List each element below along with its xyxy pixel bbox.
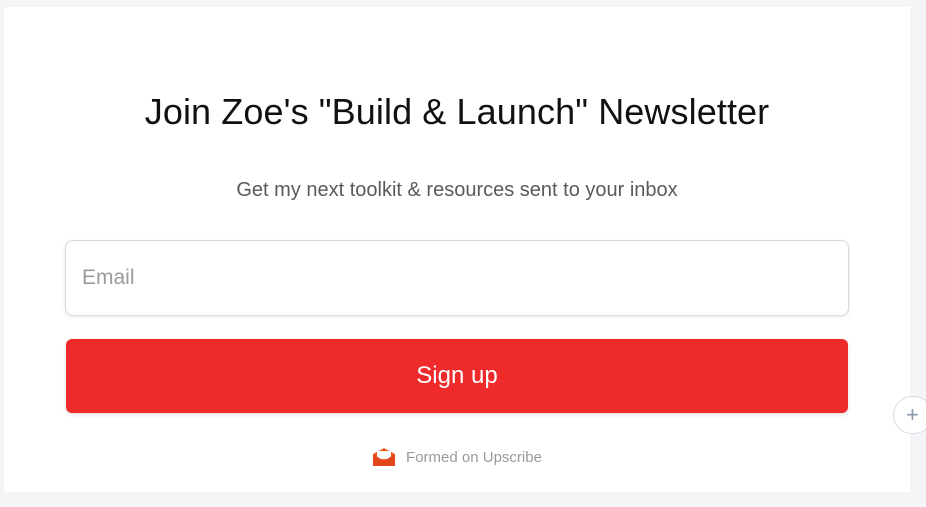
newsletter-card: Join Zoe's "Build & Launch" Newsletter G… bbox=[4, 7, 910, 492]
plus-icon: + bbox=[906, 402, 919, 427]
envelope-icon bbox=[372, 447, 396, 467]
footer-text: Formed on Upscribe bbox=[406, 448, 542, 466]
newsletter-subtitle: Get my next toolkit & resources sent to … bbox=[236, 179, 678, 201]
signup-button[interactable]: Sign up bbox=[66, 339, 848, 413]
side-widget-button[interactable]: + bbox=[893, 396, 926, 434]
upscribe-credit[interactable]: Formed on Upscribe bbox=[4, 447, 910, 467]
page: Join Zoe's "Build & Launch" Newsletter G… bbox=[0, 0, 926, 507]
newsletter-title: Join Zoe's "Build & Launch" Newsletter bbox=[144, 91, 770, 132]
email-field[interactable] bbox=[65, 240, 849, 316]
